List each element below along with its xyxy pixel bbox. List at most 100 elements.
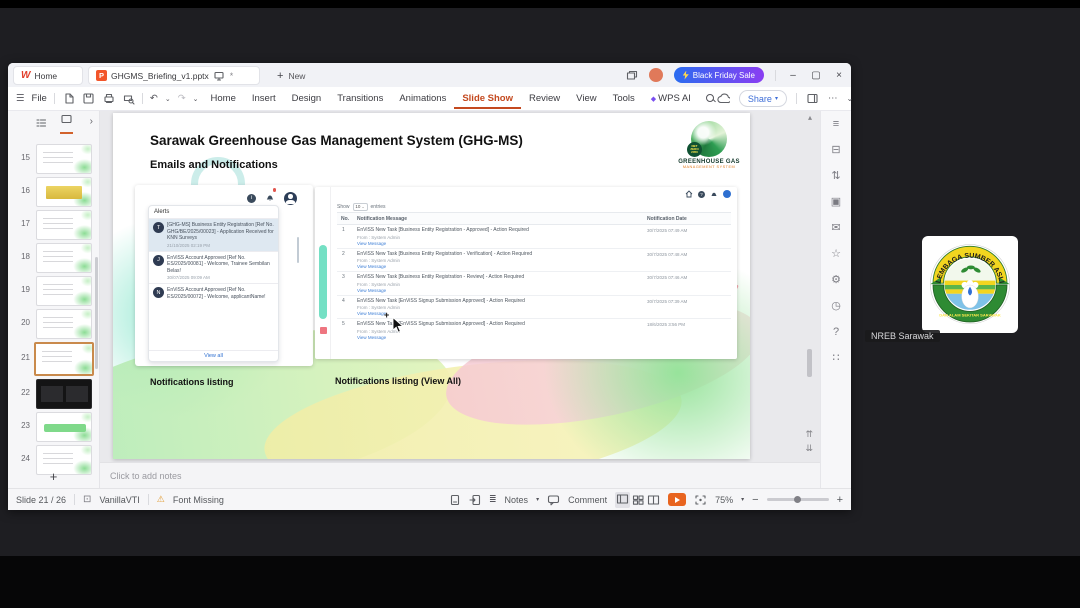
menu-animations[interactable]: Animations xyxy=(391,93,454,104)
save-icon[interactable] xyxy=(82,92,95,105)
window-layout-icon[interactable] xyxy=(625,69,638,82)
menu-slide-show[interactable]: Slide Show xyxy=(454,93,522,109)
favorites-pane-icon[interactable]: ☆ xyxy=(831,249,841,260)
active-menu-highlight xyxy=(319,245,327,319)
document-tab[interactable]: P GHGMS_Briefing_v1.pptx * xyxy=(88,66,260,85)
alert-time: 30/07/2025 09:09 AM xyxy=(167,275,210,280)
thumbnail[interactable] xyxy=(36,210,92,240)
close-button[interactable]: × xyxy=(833,70,845,81)
comment-icon[interactable] xyxy=(547,494,560,506)
thumbnail[interactable] xyxy=(36,144,92,174)
more-options-icon[interactable]: ⋯ xyxy=(828,93,838,104)
hamburger-icon[interactable]: ☰ xyxy=(16,93,25,104)
thumbnail-selected[interactable] xyxy=(34,342,94,376)
notes-pane[interactable]: Click to add notes xyxy=(100,462,820,488)
add-slide-button[interactable]: + xyxy=(8,469,99,484)
thumbnail[interactable] xyxy=(36,412,92,442)
comment-pane-icon[interactable]: ✉ xyxy=(831,223,840,234)
normal-view-icon[interactable] xyxy=(615,491,631,508)
black-friday-sale-button[interactable]: Black Friday Sale xyxy=(673,67,764,83)
notes-caret-icon[interactable]: ▾ xyxy=(536,496,539,503)
slide-21[interactable]: Sarawak Greenhouse Gas Management System… xyxy=(113,113,750,459)
apps-pane-icon[interactable]: ∷ xyxy=(833,353,840,364)
thumbnail[interactable] xyxy=(36,379,92,409)
zoom-caret-icon[interactable]: ▾ xyxy=(741,496,744,503)
zoom-slider-knob[interactable] xyxy=(794,496,802,503)
next-slide-button[interactable]: ⇊ xyxy=(805,443,813,454)
new-document-tab[interactable]: + New xyxy=(270,66,312,85)
font-missing-label[interactable]: Font Missing xyxy=(173,495,224,505)
reading-view-icon[interactable] xyxy=(647,494,660,506)
fit-window-icon[interactable] xyxy=(694,494,707,506)
scroll-up-icon[interactable]: ▴ xyxy=(808,113,812,122)
file-menu[interactable]: File xyxy=(32,93,47,104)
share-button[interactable]: Share ▾ xyxy=(738,90,787,107)
undo-dropdown-icon[interactable]: ⌄ xyxy=(165,95,171,103)
search-icon[interactable] xyxy=(705,93,716,104)
menu-view[interactable]: View xyxy=(568,93,604,104)
zoom-out-button[interactable]: − xyxy=(752,494,758,506)
home-tab[interactable]: W Home xyxy=(13,66,83,85)
undo-icon[interactable]: ↶ xyxy=(150,93,158,104)
transition-pane-icon[interactable]: ⇅ xyxy=(831,171,840,182)
crop-pane-icon[interactable]: ⊟ xyxy=(831,145,840,156)
maximize-button[interactable]: ▢ xyxy=(810,70,822,81)
history-pane-icon[interactable]: ◷ xyxy=(831,301,841,312)
menu-home[interactable]: Home xyxy=(203,93,244,104)
notes-toggle-icon[interactable]: ≣ xyxy=(489,494,497,505)
zoom-slider[interactable] xyxy=(766,496,829,503)
theme-name[interactable]: VanillaVTI xyxy=(99,495,139,505)
zoom-in-button[interactable]: + xyxy=(837,494,843,506)
slide-number: 24 xyxy=(21,454,30,463)
format-pane-icon[interactable]: ≡ xyxy=(833,119,839,130)
promo-label: Black Friday Sale xyxy=(692,70,755,80)
selection-pane-icon[interactable]: ▣ xyxy=(831,197,841,208)
unsaved-marker: * xyxy=(229,70,234,81)
canvas-scrollbar[interactable] xyxy=(807,349,812,377)
status-bar: Slide 21 / 26 ⊡ VanillaVTI ⚠ Font Missin… xyxy=(8,488,851,510)
panel-view-bar: › xyxy=(8,112,99,134)
alerts-header: Alerts xyxy=(149,206,278,219)
cloud-sync-icon[interactable] xyxy=(716,92,730,105)
thumbnail-pane-icon[interactable] xyxy=(449,494,461,506)
menu-transitions[interactable]: Transitions xyxy=(329,93,391,104)
notes-toggle-label[interactable]: Notes xyxy=(505,495,529,505)
thumbnail[interactable] xyxy=(36,276,92,306)
zoom-value[interactable]: 75% xyxy=(715,495,733,505)
user-avatar[interactable] xyxy=(648,68,663,82)
thumbnail[interactable] xyxy=(36,243,92,273)
print-icon[interactable] xyxy=(102,92,115,105)
minimize-button[interactable]: – xyxy=(787,70,799,81)
print-preview-icon[interactable] xyxy=(122,92,135,105)
slideshow-play-button[interactable] xyxy=(668,493,687,506)
more-tools-icon[interactable]: ⌄ xyxy=(193,95,199,103)
slide-number: 18 xyxy=(21,252,30,261)
help-pane-icon[interactable]: ? xyxy=(833,327,839,338)
thumbnail[interactable] xyxy=(36,309,92,339)
outline-view-icon[interactable] xyxy=(35,117,48,129)
collapse-ribbon-icon[interactable]: ⌄ xyxy=(846,94,853,103)
thumbnail[interactable] xyxy=(36,177,92,207)
previous-slide-button[interactable]: ⇈ xyxy=(805,429,813,440)
menu-insert[interactable]: Insert xyxy=(244,93,284,104)
slide-sorter-icon[interactable] xyxy=(632,494,645,506)
redo-icon[interactable]: ↷ xyxy=(178,93,186,104)
ppt-file-icon: P xyxy=(96,70,107,81)
settings-pane-icon[interactable]: ⚙ xyxy=(831,275,841,286)
show-label: Show xyxy=(337,203,350,210)
present-from-current-icon[interactable] xyxy=(469,494,481,506)
menu-review[interactable]: Review xyxy=(521,93,568,104)
ghg-ms-logo: NET ZERO 2050 GREENHOUSE GAS MANAGEMENT … xyxy=(675,121,743,169)
menu-design[interactable]: Design xyxy=(284,93,330,104)
menu-tools[interactable]: Tools xyxy=(605,93,643,104)
new-doc-icon[interactable] xyxy=(62,92,75,105)
slide-number: 22 xyxy=(21,388,30,397)
expand-panel-icon[interactable]: › xyxy=(90,116,93,127)
thumb-content xyxy=(43,218,73,231)
menu-wps-ai[interactable]: ◆ WPS AI xyxy=(643,93,699,104)
slides-view-icon[interactable] xyxy=(59,112,73,134)
col-no: No. xyxy=(341,215,350,222)
comment-label[interactable]: Comment xyxy=(568,495,607,505)
panel-scrollbar[interactable] xyxy=(95,257,98,369)
panel-toggle-icon[interactable] xyxy=(806,92,819,105)
